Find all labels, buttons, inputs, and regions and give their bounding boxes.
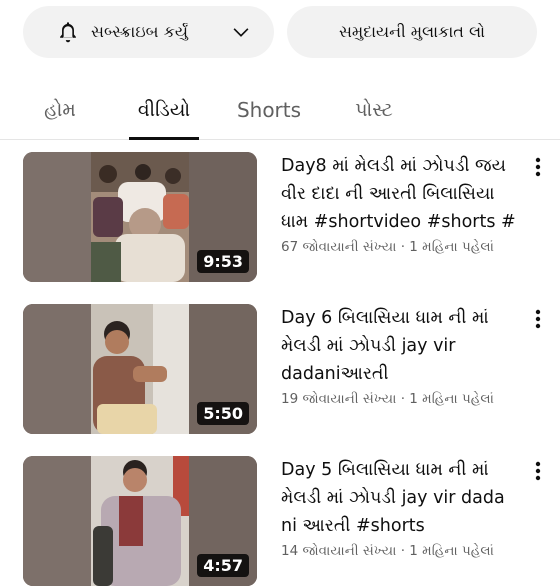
video-views: 67 જોવાયાની સંખ્યા xyxy=(281,239,397,255)
video-item[interactable]: 9:53 Day8 માં મેલડી માં ઝોપડી જય વીર દાદ… xyxy=(23,152,560,282)
video-duration: 5:50 xyxy=(197,402,249,425)
subscribed-button[interactable]: સબ્સ્ક્રાઇબ કર્યું xyxy=(23,6,274,58)
video-age: 1 મહિના પહેલાં xyxy=(409,543,494,559)
video-title[interactable]: Day8 માં મેલડી માં ઝોપડી જય વીર દાદા ની … xyxy=(281,152,517,236)
video-duration: 9:53 xyxy=(197,250,249,273)
video-thumbnail[interactable]: 9:53 xyxy=(23,152,257,282)
tab-videos-label: વીડિયો xyxy=(137,98,191,121)
visit-community-button[interactable]: સમુદાયની મુલાકાત લો xyxy=(287,6,537,58)
video-item[interactable]: 4:57 Day 5 બિલાસિયા ધામ ની માં મેલડી માં… xyxy=(23,456,560,586)
more-vertical-icon[interactable] xyxy=(530,458,546,484)
tab-shorts-label: Shorts xyxy=(236,97,302,122)
video-duration: 4:57 xyxy=(197,554,249,577)
video-title[interactable]: Day 5 બિલાસિયા ધામ ની માં મેલડી માં ઝોપડ… xyxy=(281,456,517,540)
tab-posts-label: પોસ્ટ xyxy=(355,98,393,121)
video-meta: 14 જોવાયાની સંખ્યા · 1 મહિના પહેલાં xyxy=(281,540,517,562)
more-vertical-icon[interactable] xyxy=(530,154,546,180)
chevron-down-icon xyxy=(230,21,252,43)
video-meta: 67 જોવાયાની સંખ્યા · 1 મહિના પહેલાં xyxy=(281,236,517,258)
video-thumbnail[interactable]: 4:57 xyxy=(23,456,257,586)
tab-shorts[interactable]: Shorts xyxy=(228,80,310,139)
meta-separator: · xyxy=(396,543,410,559)
channel-tabs: હોમ વીડિયો Shorts પોસ્ટ xyxy=(0,80,560,140)
more-vertical-icon[interactable] xyxy=(530,306,546,332)
video-views: 19 જોવાયાની સંખ્યા xyxy=(281,391,397,407)
visit-community-label: સમુદાયની મુલાકાત લો xyxy=(338,22,486,41)
tab-home[interactable]: હોમ xyxy=(34,80,86,139)
tab-videos[interactable]: વીડિયો xyxy=(129,80,199,140)
video-title[interactable]: Day 6 બિલાસિયા ધામ ની માં મેલડી માં ઝોપડ… xyxy=(281,304,517,388)
video-thumbnail[interactable]: 5:50 xyxy=(23,304,257,434)
tab-posts[interactable]: પોસ્ટ xyxy=(348,80,400,139)
video-info: Day 6 બિલાસિયા ધામ ની માં મેલડી માં ઝોપડ… xyxy=(281,304,517,410)
meta-separator: · xyxy=(396,239,410,255)
video-info: Day 5 બિલાસિયા ધામ ની માં મેલડી માં ઝોપડ… xyxy=(281,456,517,562)
video-age: 1 મહિના પહેલાં xyxy=(409,239,494,255)
active-tab-indicator xyxy=(129,137,199,140)
video-info: Day8 માં મેલડી માં ઝોપડી જય વીર દાદા ની … xyxy=(281,152,517,258)
tab-home-label: હોમ xyxy=(44,98,76,121)
video-views: 14 જોવાયાની સંખ્યા xyxy=(281,543,397,559)
video-age: 1 મહિના પહેલાં xyxy=(409,391,494,407)
video-meta: 19 જોવાયાની સંખ્યા · 1 મહિના પહેલાં xyxy=(281,388,517,410)
bell-icon xyxy=(55,19,81,45)
video-item[interactable]: 5:50 Day 6 બિલાસિયા ધામ ની માં મેલડી માં… xyxy=(23,304,560,434)
subscribed-label: સબ્સ્ક્રાઇબ કર્યું xyxy=(91,22,188,41)
channel-actions: સબ્સ્ક્રાઇબ કર્યું સમુદાયની મુલાકાત લો xyxy=(23,6,537,58)
meta-separator: · xyxy=(396,391,410,407)
